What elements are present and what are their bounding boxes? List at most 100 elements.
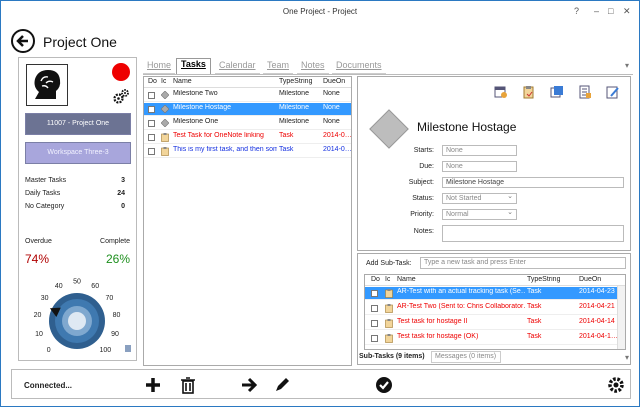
task-row[interactable]: This is my first task, and then some Task… [144,145,351,158]
done-checkbox[interactable] [148,92,155,99]
task-clipboard-icon [161,147,169,158]
add-subtask-label: Add Sub-Task: [366,260,412,267]
complete-check-button[interactable] [374,375,394,395]
task-row[interactable]: Milestone Hostage Milestone None [144,103,351,116]
tab-tasks[interactable]: Tasks [176,58,211,74]
done-checkbox[interactable] [148,106,155,113]
due-field[interactable]: None [442,161,517,172]
col-due[interactable]: DueOn [323,78,345,85]
subtask-row[interactable]: Test task for hostage (OK) Task 2014-04-1… [365,332,617,345]
cell-due: 2014-0… [323,146,351,153]
forward-button[interactable] [239,375,259,395]
done-checkbox[interactable] [371,305,378,312]
tab-calendar[interactable]: Calendar [215,60,260,74]
done-checkbox[interactable] [148,148,155,155]
clipboard-icon[interactable] [522,85,536,99]
done-checkbox[interactable] [371,320,378,327]
tab-subtasks[interactable]: Sub-Tasks (9 items) [359,353,425,360]
stat-no-category: No Category 0 [25,203,125,210]
cell-name: Milestone Hostage [173,104,231,111]
workspace-button[interactable]: Workspace Three-3 [25,142,131,164]
stat-label: Daily Tasks [25,190,61,197]
task-detail-panel: Milestone Hostage Starts: None Due: None… [357,76,631,251]
col-ic[interactable]: Ic [385,276,390,283]
dial-tick-label: 50 [73,279,81,286]
minimize-button[interactable]: – [594,6,599,16]
cell-name: Test task for hostage II [397,318,468,325]
subtask-row[interactable]: AR-Test Two (Sent to: Chris Collaborator… [365,302,617,315]
milestone-icon [161,105,169,115]
col-type[interactable]: TypeString [279,78,312,85]
tab-home[interactable]: Home [143,60,176,74]
edit-button[interactable] [272,375,292,395]
delete-button[interactable] [178,375,198,395]
help-button[interactable]: ? [574,6,579,16]
task-row[interactable]: Milestone Two Milestone None [144,89,351,102]
task-clipboard-icon [385,289,393,300]
stat-value: 0 [121,203,125,210]
priority-select[interactable]: Normal [442,209,517,220]
tab-overflow-chevron-icon[interactable]: ▾ [625,61,629,70]
cell-type: Task [527,333,542,340]
starts-field[interactable]: None [442,145,517,156]
cell-type: Milestone [279,90,309,97]
back-button[interactable] [11,29,35,53]
task-clipboard-icon [385,304,393,315]
edit-note-icon[interactable] [606,85,620,99]
cell-due: None [323,118,340,125]
calendar-clock-icon[interactable] [494,85,508,99]
add-button[interactable] [143,375,163,395]
col-do[interactable]: Do [148,78,157,85]
export-icon[interactable] [550,85,564,99]
settings-gear-button[interactable] [606,375,626,395]
tab-messages[interactable]: Messages (0 items) [431,351,501,363]
done-checkbox[interactable] [371,290,378,297]
add-subtask-input[interactable]: Type a new task and press Enter [420,257,626,269]
subject-label: Subject: [408,179,434,186]
tab-documents[interactable]: Documents [332,60,386,74]
close-button[interactable]: ✕ [623,6,631,17]
col-do[interactable]: Do [371,276,380,283]
col-type[interactable]: TypeString [527,276,560,283]
due-label: Due: [419,163,434,170]
subtask-scrollbar[interactable] [617,286,625,349]
stat-value: 24 [117,190,125,197]
col-ic[interactable]: Ic [161,78,166,85]
subject-field[interactable]: Milestone Hostage [442,177,624,188]
complete-label: Complete [100,238,130,245]
project-button[interactable]: 11007 - Project One [25,113,131,135]
tab-notes[interactable]: Notes [297,60,329,74]
subtasks-panel: Add Sub-Task: Type a new task and press … [357,253,631,365]
col-name[interactable]: Name [173,78,192,85]
task-row[interactable]: Test Task for OneNote linking Task 2014-0… [144,131,351,144]
cell-name: Test Task for OneNote linking [173,132,264,139]
notes-field[interactable] [442,225,624,242]
subtask-tabs: Sub-Tasks (9 items) Messages (0 items) ▾ [357,351,631,365]
dial-tick-label: 70 [106,295,114,302]
col-due[interactable]: DueOn [579,276,601,283]
cell-due: 2014-04-14 [579,318,615,325]
subtask-row[interactable]: Test task for hostage II Task 2014-04-14 [365,317,617,330]
connection-status: Connected... [24,381,73,390]
document-list-icon[interactable] [578,85,592,99]
subtask-row[interactable]: AR-Test with an actual tracking task (Se… [365,287,617,300]
cell-due: 2014-04-21 [579,303,615,310]
cell-type: Milestone [279,104,309,111]
done-checkbox[interactable] [148,134,155,141]
cell-name: Test task for hostage (OK) [397,333,479,340]
overdue-value: 74% [25,252,50,266]
cell-due: None [323,104,340,111]
done-checkbox[interactable] [371,335,378,342]
task-row[interactable]: Milestone One Milestone None [144,117,351,130]
settings-gears-button[interactable] [112,88,130,106]
record-status-indicator[interactable] [112,63,130,81]
maximize-button[interactable]: □ [608,6,613,16]
subtask-table: Do Ic Name TypeString DueOn AR-Test with… [364,274,626,350]
cell-name: This is my first task, and then some [173,146,277,153]
col-name[interactable]: Name [397,276,416,283]
subtask-tabs-chevron-icon[interactable]: ▾ [625,353,629,362]
status-select[interactable]: Not Started [442,193,517,204]
tab-team[interactable]: Team [263,60,294,74]
done-checkbox[interactable] [148,120,155,127]
cell-type: Milestone [279,118,309,125]
